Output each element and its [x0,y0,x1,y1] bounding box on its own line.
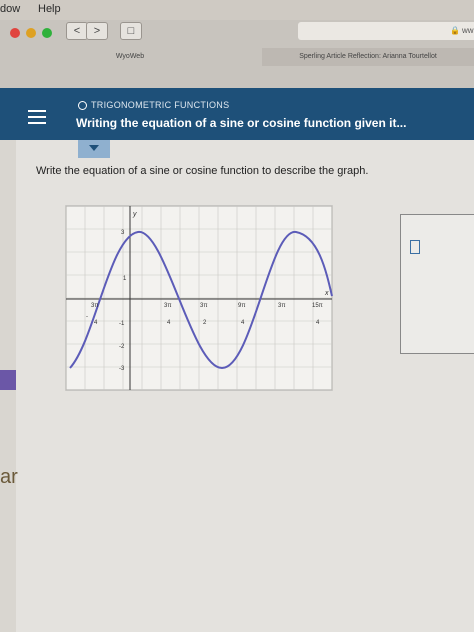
side-panel-text: ar [0,466,18,488]
answer-input-panel[interactable] [400,214,474,354]
fraction-template-icon[interactable] [410,240,420,254]
y-tick-label: -2 [119,344,125,350]
x-tick-num: 3π [278,303,285,309]
side-panel-tab[interactable] [0,370,16,390]
y-axis-label: y [132,211,137,218]
x-tick-num: 9π [238,303,245,309]
x-axis-label: x [324,290,329,297]
x-tick-num: 15π [312,303,323,309]
x-tick-neg-sign: - [86,314,88,320]
x-tick-num: 3π [164,303,171,309]
y-tick-label: -1 [119,321,125,327]
x-tick-num: 3π [200,303,207,309]
x-tick-num: 3π [91,303,98,309]
y-tick-label: -3 [119,366,125,372]
